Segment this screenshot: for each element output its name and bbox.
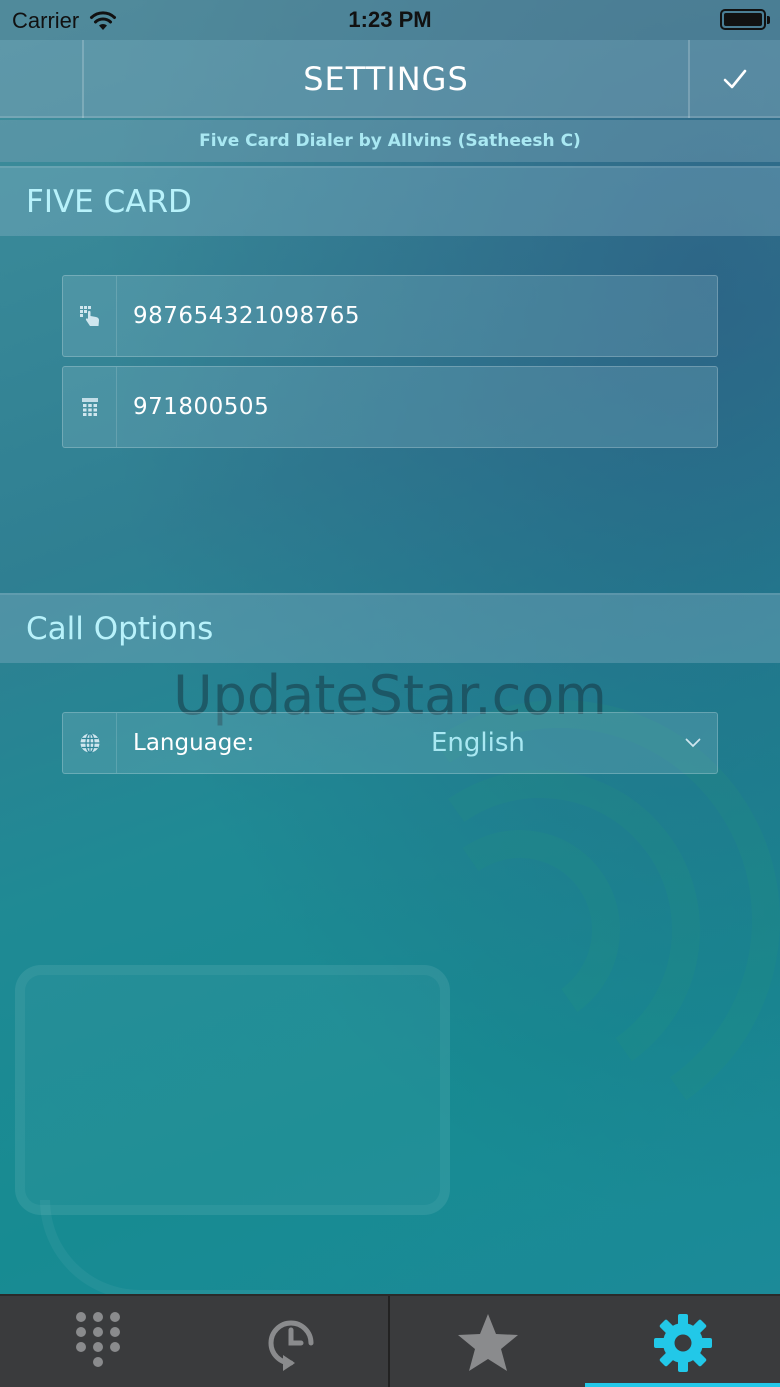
phone-keypad-icon (81, 398, 98, 416)
globe-icon (80, 732, 99, 754)
tab-history[interactable] (195, 1296, 390, 1387)
field-icon-slot (63, 713, 117, 773)
clock: 1:23 PM (348, 7, 432, 32)
status-bar: Carrier 1:23 PM (0, 0, 780, 40)
language-label: Language: (133, 730, 255, 756)
bg-wave-decoration (354, 744, 726, 1116)
chevron-down-icon (685, 713, 701, 773)
field-icon-slot (63, 367, 117, 447)
language-select[interactable]: Language: English (62, 712, 718, 774)
navigation-header: SETTINGS (0, 40, 780, 118)
dialpad-touch-icon (79, 306, 99, 326)
page-title: SETTINGS (303, 60, 469, 98)
card-number-value: 987654321098765 (133, 303, 360, 329)
app-subtitle: Five Card Dialer by Allvins (Satheesh C) (0, 120, 780, 162)
bg-chat-bubble-tail (40, 1200, 300, 1300)
card-number-field[interactable]: 987654321098765 (62, 275, 718, 357)
bg-chat-bubble-decoration (15, 965, 450, 1215)
star-icon (457, 1313, 518, 1371)
tab-settings[interactable] (585, 1296, 780, 1387)
access-number-field[interactable]: 971800505 (62, 366, 718, 448)
access-number-value: 971800505 (133, 394, 270, 420)
history-icon (268, 1320, 313, 1371)
tab-favorites[interactable] (390, 1296, 585, 1387)
tab-bar (0, 1294, 780, 1387)
header-left-slot (0, 40, 84, 118)
dialpad-icon (75, 1311, 120, 1367)
active-tab-indicator (585, 1383, 780, 1387)
field-icon-slot (63, 276, 117, 356)
language-value: English (431, 728, 525, 758)
gear-icon (653, 1313, 712, 1372)
bg-wave-decoration (404, 814, 636, 1046)
tab-dialpad[interactable] (0, 1296, 195, 1387)
checkmark-icon (723, 69, 747, 89)
battery-icon (720, 9, 770, 30)
section-header-call-options: Call Options (0, 593, 780, 663)
section-header-five-card: FIVE CARD (0, 166, 780, 236)
save-button[interactable] (688, 40, 780, 118)
